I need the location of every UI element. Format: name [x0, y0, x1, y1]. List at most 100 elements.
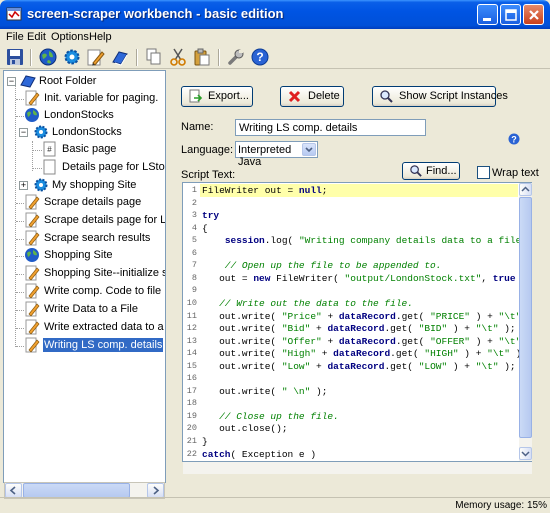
menu-options[interactable]: Options: [51, 31, 89, 43]
tree-item-label: Write Data to a File: [44, 303, 138, 315]
wrench-icon[interactable]: [225, 47, 247, 67]
line-number: 5: [191, 235, 197, 246]
tree-item-label: Scrape details page: [44, 196, 142, 208]
wrap-text-label: Wrap text: [492, 167, 539, 179]
code-line: out.write( " \n" );: [202, 385, 328, 397]
scroll-thumb[interactable]: [23, 483, 130, 498]
export-button[interactable]: Export...: [181, 86, 253, 107]
collapse-icon[interactable]: −: [19, 128, 28, 137]
tree-item-label: Init. variable for paging.: [44, 92, 159, 104]
tree-item-label: Scrape details page for LStock: [44, 214, 166, 226]
delete-button[interactable]: Delete: [280, 86, 344, 107]
line-number: 16: [186, 373, 197, 384]
gear-icon: [34, 178, 48, 192]
scroll-left-arrow-icon[interactable]: [5, 483, 22, 498]
code-line: out.write( "Price" + dataRecord.get( "PR…: [202, 310, 531, 322]
line-number: 9: [191, 285, 197, 296]
line-number: 3: [191, 210, 197, 221]
code-line: }: [202, 436, 208, 447]
toolbar: ?: [0, 47, 550, 69]
expand-icon[interactable]: +: [19, 181, 28, 190]
scroll-down-arrow-icon[interactable]: [519, 447, 532, 460]
code-line: session.log( "Writing company details da…: [224, 235, 532, 247]
tree-item-label: Write comp. Code to file: [44, 285, 162, 297]
help-icon[interactable]: ?: [249, 47, 271, 67]
name-label: Name:: [181, 121, 214, 133]
book-icon[interactable]: [109, 47, 131, 67]
tree-item-label: Details page for LStocks: [62, 161, 165, 173]
editor-horizontal-scrollbar[interactable]: [183, 462, 532, 474]
minimize-button[interactable]: [477, 4, 498, 25]
window-title: screen-scraper workbench - basic edition: [27, 6, 284, 21]
code-line: // Close up the file.: [202, 410, 339, 422]
magnifier-icon: [410, 165, 422, 177]
language-select[interactable]: Interpreted Java: [235, 141, 318, 168]
find-button[interactable]: Find...: [402, 162, 460, 180]
editor-vertical-scrollbar[interactable]: [519, 183, 532, 461]
maximize-button[interactable]: [500, 4, 521, 25]
line-number: 14: [186, 348, 197, 359]
wrap-text-checkbox[interactable]: [477, 166, 490, 179]
copy-icon[interactable]: [143, 47, 165, 67]
tree-item-label: LondonStocks: [52, 126, 122, 138]
line-number: 10: [186, 297, 197, 308]
script-icon: [25, 194, 40, 210]
app-icon: [6, 7, 22, 21]
code-line: out.write( "High" + dataRecord.get( "HIG…: [202, 348, 527, 360]
project-tree[interactable]: − Root Folder Init. variable for paging.…: [3, 70, 166, 483]
language-label: Language:: [181, 144, 233, 156]
menu-edit[interactable]: Edit: [27, 31, 46, 43]
line-number: 22: [186, 448, 197, 459]
scroll-thumb[interactable]: [519, 197, 532, 438]
tree-root-label: Root Folder: [39, 75, 97, 87]
globe-icon[interactable]: [37, 47, 59, 67]
line-number: 18: [186, 398, 197, 409]
script-icon: [25, 283, 40, 299]
page-icon: #: [43, 141, 56, 157]
globe-icon: [25, 248, 39, 262]
globe-icon: [25, 108, 39, 122]
line-number: 6: [191, 247, 197, 258]
show-script-instances-button[interactable]: Show Script Instances: [372, 86, 508, 107]
line-number: 1: [191, 185, 197, 195]
cut-icon[interactable]: [167, 47, 189, 67]
collapse-icon[interactable]: −: [7, 77, 16, 86]
menu-file[interactable]: File: [6, 31, 24, 43]
code-line: out = new FileWriter( "output/LondonStoc…: [202, 272, 531, 284]
save-icon[interactable]: [4, 47, 26, 67]
panel-splitter[interactable]: [167, 70, 170, 498]
line-number: 2: [191, 197, 197, 208]
title-bar: screen-scraper workbench - basic edition: [0, 0, 550, 29]
code-line: out.close();: [202, 423, 288, 435]
script-icon: [25, 319, 40, 335]
gear-icon[interactable]: [61, 47, 83, 67]
line-number: 7: [191, 260, 197, 271]
svg-text:#: #: [47, 145, 52, 154]
code-line: {: [202, 222, 208, 234]
root-folder-icon: [20, 75, 36, 88]
code-line: out.write( "Bid" + dataRecord.get( "BID"…: [202, 323, 516, 335]
scroll-right-arrow-icon[interactable]: [147, 483, 164, 498]
line-number: 12: [186, 323, 197, 334]
pencil-edit-icon[interactable]: [85, 47, 107, 67]
script-icon: [25, 212, 40, 228]
paste-icon[interactable]: [191, 47, 213, 67]
script-icon: [25, 230, 40, 246]
export-icon: [189, 89, 203, 103]
status-bar: Memory usage: 15%: [0, 497, 550, 513]
code-line: catch( Exception e ): [202, 448, 317, 460]
script-icon: [25, 337, 40, 353]
tree-item-label: My shopping Site: [52, 179, 137, 191]
name-field[interactable]: Writing LS comp. details: [235, 119, 426, 136]
script-icon: [25, 90, 40, 106]
close-button[interactable]: [523, 4, 544, 25]
script-editor[interactable]: 1 2 3 4 5 6 7 8 9 10 11 12 13 14 15 16 17 18 19 20 21 22 File…: [182, 182, 532, 462]
script-text-label: Script Text:: [181, 169, 236, 181]
help-icon[interactable]: ?: [508, 133, 520, 145]
code-line: out.write( "Offer" + dataRecord.get( "OF…: [202, 335, 531, 347]
scroll-up-arrow-icon[interactable]: [519, 183, 532, 196]
chevron-down-icon[interactable]: [302, 143, 316, 156]
line-number: 17: [186, 385, 197, 396]
menu-bar: File Edit Options Help: [0, 29, 550, 47]
menu-help[interactable]: Help: [89, 31, 112, 43]
